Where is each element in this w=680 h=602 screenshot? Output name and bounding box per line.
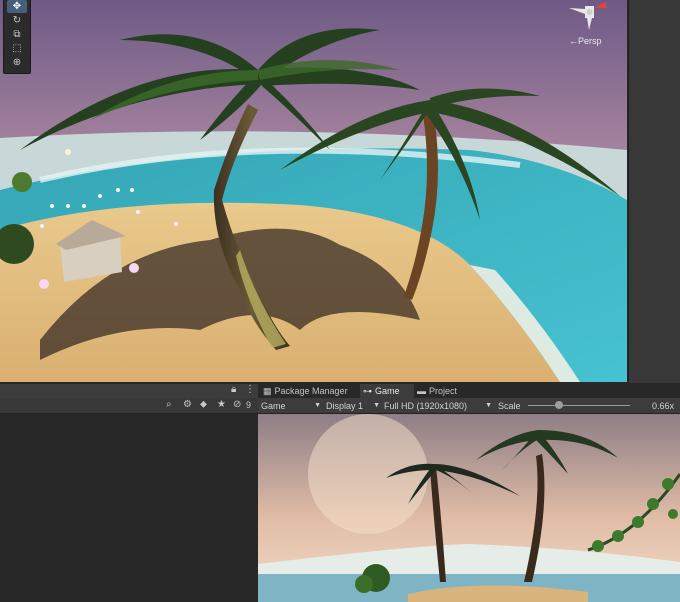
- scale-tool-icon[interactable]: ⧉: [7, 28, 27, 41]
- game-viewport-graphic: [258, 414, 680, 602]
- gamepad-icon: ⊶: [363, 385, 372, 396]
- dropdown-arrow-icon: ▼: [314, 402, 321, 409]
- tab-label: Package Manager: [274, 386, 348, 396]
- move-tool-icon[interactable]: ✥: [7, 0, 27, 13]
- tab-project[interactable]: ▬ Project: [414, 384, 472, 398]
- visibility-off-icon[interactable]: ⊘: [233, 399, 241, 412]
- dropdown-arrow-icon: ▼: [373, 402, 380, 409]
- kebab-menu-icon[interactable]: ⋮: [245, 384, 255, 397]
- hierarchy-tab-bar: 🔒︎ ⋮: [0, 384, 258, 398]
- game-view-toolbar: Game ▼ Display 1 ▼ Full HD (1920x1080) ▼…: [258, 398, 680, 414]
- tab-bar: ▦ Package Manager ⊶ Game ▬ Project: [258, 384, 680, 398]
- camera-projection-label[interactable]: ←Persp: [569, 36, 602, 46]
- rotate-tool-icon[interactable]: ↻: [7, 14, 27, 27]
- resolution-dropdown[interactable]: Full HD (1920x1080) ▼: [384, 399, 492, 412]
- tab-label: Game: [375, 386, 400, 396]
- view-mode-value: Game: [261, 400, 286, 411]
- orientation-gizmo-icon[interactable]: [565, 0, 615, 36]
- label-icon[interactable]: ⬥: [200, 399, 207, 412]
- rect-tool-icon[interactable]: ⬚: [7, 42, 27, 55]
- search-filter-icon[interactable]: ⌕: [166, 399, 172, 412]
- display-value: Display 1: [326, 400, 364, 411]
- scene-view[interactable]: ✥ ↻ ⧉ ⬚ ⊕ ←Persp: [0, 0, 627, 382]
- game-view[interactable]: [258, 414, 680, 602]
- hierarchy-content: [0, 414, 258, 602]
- tab-game[interactable]: ⊶ Game: [360, 384, 414, 398]
- scale-slider-track[interactable]: [528, 405, 630, 406]
- scene-filter-icon[interactable]: ⚙: [183, 399, 192, 412]
- scale-label: Scale: [498, 400, 521, 411]
- dropdown-arrow-icon: ▼: [485, 402, 492, 409]
- scale-value: 0.66x: [651, 400, 674, 411]
- lock-icon[interactable]: 🔒︎: [231, 384, 236, 397]
- transform-tool-icon[interactable]: ⊕: [7, 56, 27, 69]
- tab-package-manager[interactable]: ▦ Package Manager: [260, 384, 364, 398]
- resolution-value: Full HD (1920x1080): [384, 400, 468, 411]
- display-dropdown[interactable]: Display 1 ▼: [326, 399, 380, 412]
- scene-tool-palette: ✥ ↻ ⧉ ⬚ ⊕: [3, 0, 31, 74]
- scale-slider-handle[interactable]: [554, 401, 563, 409]
- inspector-panel: [628, 0, 680, 383]
- hidden-count: 9: [246, 400, 252, 410]
- star-icon[interactable]: ★: [217, 399, 226, 412]
- hierarchy-toolbar: ⌕ ⚙ ⬥ ★ ⊘ 9: [0, 398, 258, 414]
- view-mode-dropdown[interactable]: Game ▼: [261, 399, 321, 412]
- scene-viewport-graphic: [0, 0, 627, 382]
- package-icon: ▦: [263, 385, 272, 396]
- folder-icon: ▬: [417, 386, 426, 396]
- tab-label: Project: [429, 386, 458, 396]
